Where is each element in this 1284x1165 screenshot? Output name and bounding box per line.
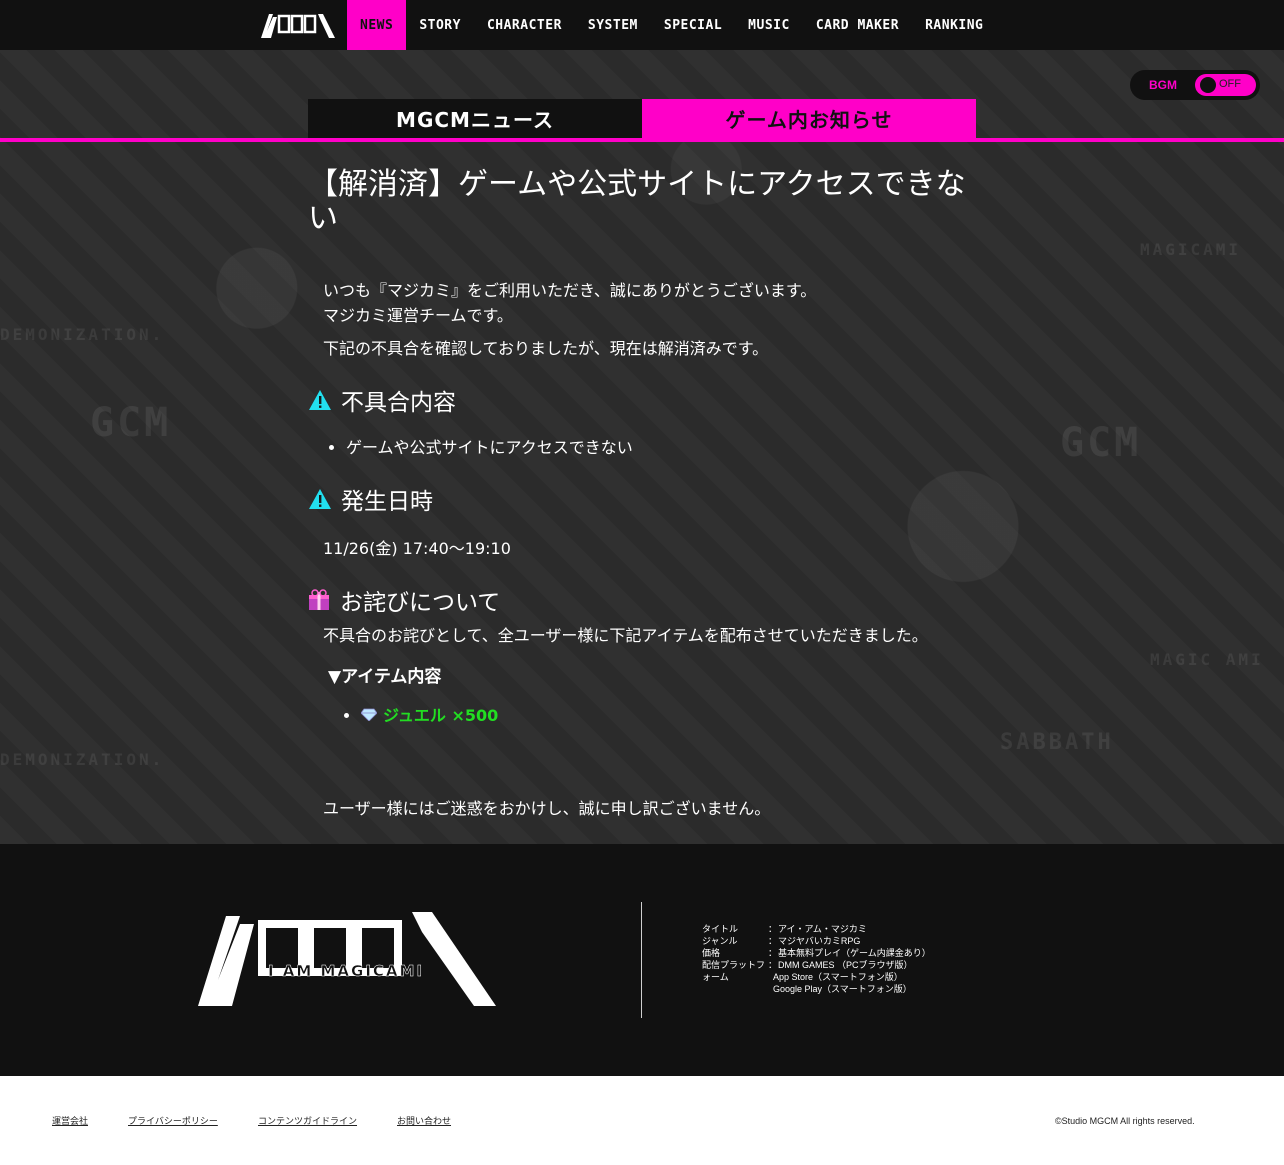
nav-news[interactable]: NEWS [347,0,407,50]
link-privacy-policy[interactable]: プライバシーポリシー [128,1114,218,1127]
article-title: 【解消済】ゲームや公式サイトにアクセスできない [308,167,966,236]
link-contact[interactable]: お問い合わせ [397,1114,451,1127]
section-heading-issue: 不具合内容 [308,383,976,417]
info-value: DMM GAMES （PCブラウザ版） [778,960,913,970]
info-value: アイ・アム・マジカミ [778,924,867,934]
bg-decoration: GCM [1060,420,1142,466]
info-row: Google Play（スマートフォン版） [702,983,931,995]
nav-story[interactable]: STORY [406,0,474,50]
bg-decoration: GCM [90,400,172,446]
issue-list: ゲームや公式サイトにアクセスできない [346,435,976,460]
intro-line-3: 下記の不具合を確認しておりましたが、現在は解消済みです。 [323,339,769,358]
section-heading-text: 不具合内容 [341,390,456,416]
bg-decoration: MAGICAMI [1140,240,1242,259]
game-info: タイトル：アイ・アム・マジカミ ジャンル：マジヤバいカミRPG 価格：基本無料プ… [702,923,931,995]
article: 【解消済】ゲームや公式サイトにアクセスできない いつも『マジカミ』をご利用いただ… [308,168,976,821]
apology-text: 不具合のお詫びとして、全ユーザー様に下記アイテムを配布させていただきました。 [323,626,928,645]
info-key: 配信プラットフ [702,960,766,970]
bgm-state: OFF [1219,78,1241,90]
bottom-bar: 運営会社 プライバシーポリシー コンテンツガイドライン お問い合わせ ©Stud… [0,1076,1284,1165]
info-key: ォーム [702,972,729,982]
nav-ranking[interactable]: RANKING [912,0,996,50]
nav-special[interactable]: SPECIAL [651,0,735,50]
link-company[interactable]: 運営会社 [52,1114,88,1127]
bgm-label: BGM [1149,78,1177,92]
gift-icon [309,589,329,610]
footer-divider [641,902,642,1018]
jewel-reward: ジュエル ×500 [383,706,499,725]
item-list: ジュエル ×500 [360,703,976,728]
section-heading-text: 発生日時 [341,489,433,515]
footer-logo: I AM MAGICAMI [196,910,498,1012]
info-row: タイトル：アイ・アム・マジカミ [702,924,867,934]
bg-decoration: SABBATH [1000,730,1114,755]
info-row: 配信プラットフ： DMM GAMES （PCブラウザ版） [702,960,913,970]
bgm-knob [1200,77,1216,93]
section-heading-datetime: 発生日時 [308,482,976,516]
nav-music[interactable]: MUSIC [735,0,803,50]
info-value: App Store（スマートフォン版） [773,972,903,982]
closing-text: ユーザー様にはご迷惑をおかけし、誠に申し訳ございません。 [323,799,771,818]
list-item: ジュエル ×500 [360,703,976,728]
item-contents-heading: ▼アイテム内容 [328,667,442,687]
info-value: マジヤバいカミRPG [778,936,861,946]
info-row: ジャンル：マジヤバいカミRPG [702,936,861,946]
info-value: Google Play（スマートフォン版） [773,984,912,994]
bgm-toggle[interactable]: BGM OFF [1130,70,1260,100]
info-key: 価格 [702,948,721,958]
tab-underline [0,138,1284,142]
bg-decoration: DEMONIZATION. [0,325,165,344]
nav-system[interactable]: SYSTEM [575,0,651,50]
bg-decoration: DEMONIZATION. [0,750,165,769]
section-heading-text: お詫びについて [340,590,501,616]
copyright: ©Studio MGCM All rights reserved. [1055,1116,1195,1126]
section-heading-apology: お詫びについて [308,583,976,617]
gem-icon [360,703,378,728]
info-key: ジャンル [702,936,738,946]
info-row: ォーム App Store（スマートフォン版） [702,971,931,983]
bgm-switch[interactable]: OFF [1195,74,1256,96]
nav-card-maker[interactable]: CARD MAKER [803,0,912,50]
main-content: DEMONIZATION. DEMONIZATION. MAGICAMI MAG… [0,50,1284,844]
bg-decoration: MAGIC AMI [1150,650,1264,669]
tab-mgcm-news[interactable]: MGCMニュース [308,99,642,138]
footer-logo-text: I AM MAGICAMI [268,962,424,980]
tab-game-notice[interactable]: ゲーム内お知らせ [642,99,976,138]
intro-line-1: いつも『マジカミ』をご利用いただき、誠にありがとうございます。 [323,281,817,300]
news-tabs: MGCMニュース ゲーム内お知らせ [308,99,976,138]
intro-line-2: マジカミ運営チームです。 [323,306,513,325]
link-content-guideline[interactable]: コンテンツガイドライン [258,1114,357,1127]
info-key: タイトル [702,924,739,934]
info-value: 基本無料プレイ（ゲーム内課金あり） [778,948,931,958]
footer: I AM MAGICAMI タイトル：アイ・アム・マジカミ ジャンル：マジヤバい… [0,844,1284,1076]
top-nav: NEWS STORY CHARACTER SYSTEM SPECIAL MUSI… [0,0,1284,50]
nav-character[interactable]: CHARACTER [474,0,575,50]
list-item: ゲームや公式サイトにアクセスできない [346,435,976,460]
occurrence-datetime: 11/26(金) 17:40～19:10 [323,539,511,558]
warning-icon [309,390,331,410]
warning-icon [309,489,331,509]
site-logo[interactable] [256,0,340,50]
info-row: 価格：基本無料プレイ（ゲーム内課金あり） [702,948,931,958]
